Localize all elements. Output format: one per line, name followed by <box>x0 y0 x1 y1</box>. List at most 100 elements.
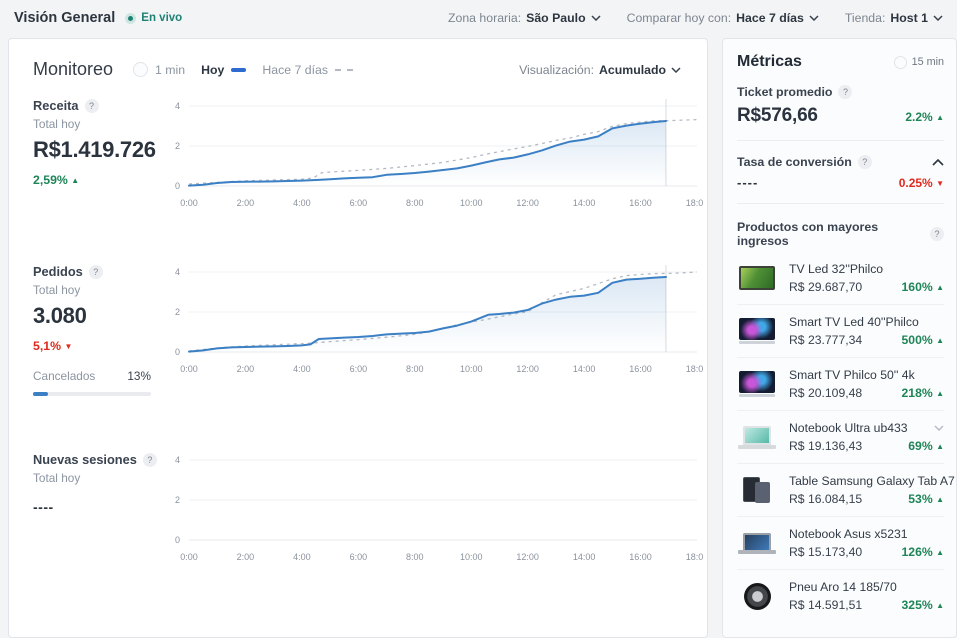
product-name: Table Samsung Galaxy Tab A7 <box>789 474 955 488</box>
compare-value: Hace 7 días <box>736 11 804 25</box>
sesiones-section: Nuevas sesiones ? Total hoy ---- 0240:00… <box>9 448 707 566</box>
svg-text:4: 4 <box>175 267 180 277</box>
live-dot-icon <box>125 13 136 24</box>
help-icon[interactable]: ? <box>85 99 99 113</box>
topbar-controls: Zona horaria: São Paulo Comparar hoy con… <box>448 11 943 25</box>
svg-text:4:00: 4:00 <box>293 364 311 374</box>
product-row[interactable]: Table Samsung Galaxy Tab A7 R$ 16.084,15… <box>737 463 944 516</box>
chevron-down-icon <box>809 15 819 21</box>
divider <box>737 140 944 141</box>
topbar: Visión General En vivo Zona horaria: São… <box>0 0 957 36</box>
svg-text:2: 2 <box>175 495 180 505</box>
receita-stats: Receita ? Total hoy R$1.419.726 2,59% ▲ <box>33 94 163 212</box>
pedidos-stats: Pedidos ? Total hoy 3.080 5,1% ▼ Cancela… <box>33 260 163 396</box>
product-row[interactable]: Pneu Aro 14 185/70 R$ 14.591,51 325% ▲ <box>737 569 944 622</box>
conversion-value: ---- <box>737 175 758 190</box>
product-name: Smart TV Led 40''Philco <box>789 315 919 329</box>
svg-text:8:00: 8:00 <box>406 552 424 562</box>
up-arrow-icon: ▲ <box>936 495 944 504</box>
product-name: Notebook Asus x5231 <box>789 527 908 541</box>
svg-text:10:00: 10:00 <box>460 552 483 562</box>
page-title: Visión General <box>14 10 115 26</box>
divider <box>737 203 944 204</box>
pedidos-subtitle: Total hoy <box>33 283 163 297</box>
timezone-select[interactable]: Zona horaria: São Paulo <box>448 11 601 25</box>
svg-text:2:00: 2:00 <box>237 364 255 374</box>
chevron-down-icon[interactable] <box>934 425 944 431</box>
up-arrow-icon: ▲ <box>936 442 944 451</box>
store-select[interactable]: Tienda: Host 1 <box>845 11 943 25</box>
svg-text:6:00: 6:00 <box>350 552 368 562</box>
svg-text:10:00: 10:00 <box>460 198 483 208</box>
receita-section: Receita ? Total hoy R$1.419.726 2,59% ▲ … <box>9 94 707 212</box>
product-delta: 500% ▲ <box>902 333 944 347</box>
svg-text:18:00: 18:00 <box>686 198 703 208</box>
help-icon[interactable]: ? <box>858 155 872 169</box>
today-line-swatch-icon <box>231 68 246 72</box>
help-icon[interactable]: ? <box>143 453 157 467</box>
metrics-title: Métricas <box>737 53 802 71</box>
up-arrow-icon: ▲ <box>71 176 79 185</box>
product-delta: 218% ▲ <box>902 386 944 400</box>
help-icon[interactable]: ? <box>838 85 852 99</box>
product-row[interactable]: Notebook Ultra ub433 R$ 19.136,43 69% ▲ <box>737 410 944 463</box>
products-title: Productos con mayores ingresos <box>737 220 924 248</box>
product-list: TV Led 32''Philco R$ 29.687,70 160% ▲ Sm… <box>737 252 944 622</box>
product-row[interactable]: Smart TV Led 40''Philco R$ 23.777,34 500… <box>737 304 944 357</box>
product-thumbnail <box>737 316 777 346</box>
visualization-select[interactable]: Visualización: Acumulado <box>519 63 681 77</box>
svg-text:2: 2 <box>175 141 180 151</box>
up-arrow-icon: ▲ <box>936 336 944 345</box>
product-name: Notebook Ultra ub433 <box>789 421 908 435</box>
svg-text:0:00: 0:00 <box>180 364 198 374</box>
cancelled-percent: 13% <box>127 369 151 383</box>
svg-text:6:00: 6:00 <box>350 198 368 208</box>
svg-text:4: 4 <box>175 455 180 465</box>
interval-15min-radio[interactable] <box>894 56 907 69</box>
ticket-label: Ticket promedio <box>737 85 832 99</box>
svg-text:18:00: 18:00 <box>686 552 703 562</box>
product-thumbnail <box>737 369 777 399</box>
live-badge: En vivo <box>125 12 182 24</box>
sesiones-chart: 0240:002:004:006:008:0010:0012:0014:0016… <box>163 448 707 566</box>
legend-compare-label: Hace 7 días <box>262 63 328 77</box>
interval-1min-label: 1 min <box>155 63 185 77</box>
svg-text:14:00: 14:00 <box>573 552 596 562</box>
interval-15min-label: 15 min <box>912 56 944 68</box>
interval-1min-radio[interactable] <box>133 62 148 77</box>
svg-text:4: 4 <box>175 101 180 111</box>
product-thumbnail <box>737 475 777 505</box>
conversion-delta: 0.25% ▼ <box>899 176 944 190</box>
product-name: Smart TV Philco 50'' 4k <box>789 368 915 382</box>
svg-text:16:00: 16:00 <box>629 552 652 562</box>
help-icon[interactable]: ? <box>89 265 103 279</box>
help-icon[interactable]: ? <box>930 227 944 241</box>
cancelled-progress-fill <box>33 392 48 396</box>
down-arrow-icon: ▼ <box>64 342 72 351</box>
pedidos-title: Pedidos <box>33 264 83 279</box>
svg-text:14:00: 14:00 <box>573 364 596 374</box>
sesiones-stats: Nuevas sesiones ? Total hoy ---- <box>33 448 163 566</box>
receita-value: R$1.419.726 <box>33 137 163 163</box>
svg-text:2:00: 2:00 <box>237 552 255 562</box>
compare-label: Comparar hoy con: <box>627 11 732 25</box>
svg-text:8:00: 8:00 <box>406 364 424 374</box>
timezone-value: São Paulo <box>526 11 585 25</box>
svg-text:4:00: 4:00 <box>293 198 311 208</box>
product-price: R$ 19.136,43 <box>789 439 862 453</box>
chevron-down-icon <box>591 15 601 21</box>
svg-text:0:00: 0:00 <box>180 198 198 208</box>
chart-svg: 0240:002:004:006:008:0010:0012:0014:0016… <box>163 94 703 212</box>
product-row[interactable]: Notebook Asus x5231 R$ 15.173,40 126% ▲ <box>737 516 944 569</box>
product-row[interactable]: Smart TV Philco 50'' 4k R$ 20.109,48 218… <box>737 357 944 410</box>
collapse-section-button[interactable] <box>932 159 944 166</box>
product-row[interactable]: TV Led 32''Philco R$ 29.687,70 160% ▲ <box>737 252 944 304</box>
product-name: TV Led 32''Philco <box>789 262 883 276</box>
svg-text:0: 0 <box>175 535 180 545</box>
receita-delta: 2,59% ▲ <box>33 173 163 187</box>
svg-text:0: 0 <box>175 347 180 357</box>
product-thumbnail <box>737 581 777 611</box>
compare-select[interactable]: Comparar hoy con: Hace 7 días <box>627 11 819 25</box>
chart-legend: 1 min Hoy Hace 7 días <box>133 62 353 77</box>
svg-text:2: 2 <box>175 307 180 317</box>
